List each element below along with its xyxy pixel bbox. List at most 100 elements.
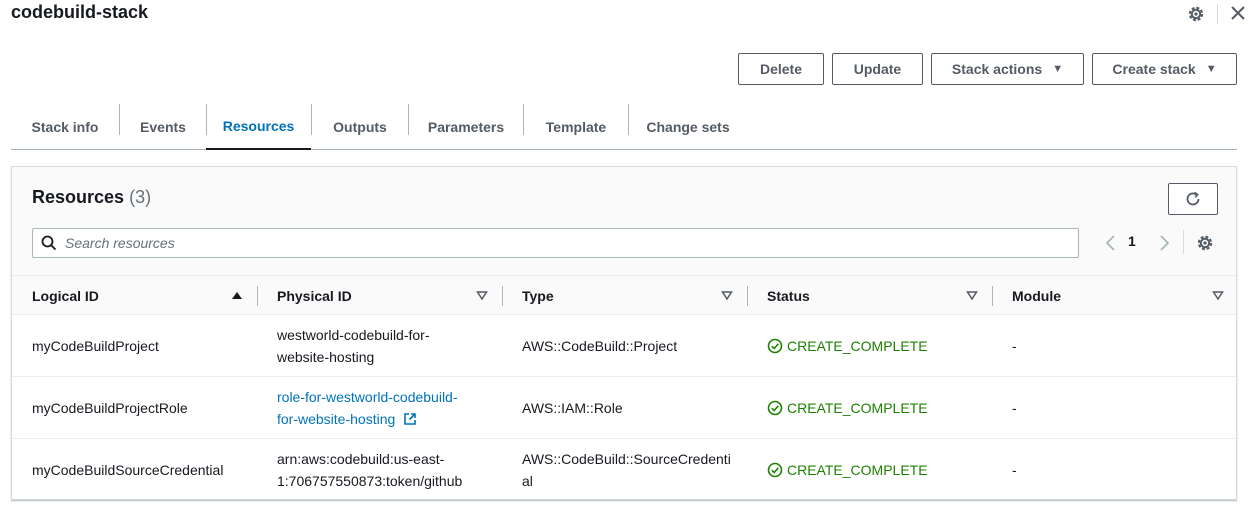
search-input[interactable] <box>65 229 1065 257</box>
status-cell: CREATE_COMPLETE <box>767 377 928 439</box>
status-text: CREATE_COMPLETE <box>787 462 928 478</box>
header-divider <box>1217 4 1218 24</box>
tab-stack-info[interactable]: Stack info <box>11 104 119 149</box>
gear-icon[interactable] <box>1186 4 1206 24</box>
physical-id-line: arn:aws:codebuild:us-east- <box>277 451 445 467</box>
tab-label: Outputs <box>333 118 387 135</box>
column-header-module[interactable]: Module <box>1012 276 1061 316</box>
resources-title: Resources <box>32 187 125 207</box>
tab-change-sets[interactable]: Change sets <box>629 104 747 149</box>
column-divider <box>502 286 503 306</box>
close-icon[interactable] <box>1229 4 1247 22</box>
column-divider <box>747 286 748 306</box>
stack-actions-label: Stack actions <box>951 61 1043 77</box>
tab-label: Change sets <box>646 118 730 135</box>
gear-icon[interactable] <box>1195 233 1215 253</box>
physical-id-line: role-for-westworld-codebuild- <box>277 389 458 405</box>
refresh-icon <box>1186 191 1200 206</box>
delete-button[interactable]: Delete <box>738 53 824 85</box>
physical-id-cell: westworld-codebuild-for- website-hosting <box>277 315 477 377</box>
check-circle-icon <box>767 400 783 416</box>
type-cell: AWS::CodeBuild::Project <box>522 338 678 354</box>
sort-icon[interactable] <box>475 288 489 302</box>
physical-id-line: westworld-codebuild-for- <box>277 327 430 343</box>
module-cell: - <box>1012 338 1017 354</box>
caret-down-icon: ▼ <box>1052 63 1064 75</box>
column-label: Type <box>522 288 554 304</box>
tab-events[interactable]: Events <box>120 104 206 149</box>
table-row: myCodeBuildProjectRole role-for-westworl… <box>12 377 1236 439</box>
tab-parameters[interactable]: Parameters <box>409 104 523 149</box>
logical-id-cell: myCodeBuildSourceCredential <box>32 462 224 478</box>
sort-ascending-icon[interactable] <box>230 288 244 302</box>
column-label: Status <box>767 288 810 304</box>
caret-down-icon: ▼ <box>1205 63 1217 75</box>
update-button-label: Update <box>853 61 902 77</box>
column-header-physical-id[interactable]: Physical ID <box>277 276 352 316</box>
external-link-icon <box>404 413 416 425</box>
status-text: CREATE_COMPLETE <box>787 400 928 416</box>
page-header: codebuild-stack <box>0 0 1251 30</box>
check-circle-icon <box>767 338 783 354</box>
type-cell: AWS::IAM::Role <box>522 400 623 416</box>
stack-tabs: Stack info Events Resources Outputs Para… <box>11 104 1237 150</box>
tab-resources[interactable]: Resources <box>206 104 311 150</box>
physical-id-link[interactable]: role-for-westworld-codebuild- for-websit… <box>277 386 458 430</box>
tab-label: Template <box>545 118 607 135</box>
tab-template[interactable]: Template <box>524 104 628 149</box>
physical-id-line: 1:706757550873:token/github <box>277 473 463 489</box>
type-cell: AWS::CodeBuild::SourceCredenti al <box>522 439 731 499</box>
chevron-left-icon[interactable] <box>1103 233 1119 253</box>
module-cell: - <box>1012 400 1017 416</box>
status-cell: CREATE_COMPLETE <box>767 439 928 499</box>
pager-divider <box>1183 230 1184 254</box>
check-circle-icon <box>767 462 783 478</box>
physical-id-line: website-hosting <box>277 349 375 365</box>
type-line: al <box>522 473 533 489</box>
status-badge: CREATE_COMPLETE <box>767 397 928 419</box>
resources-count: (3) <box>129 187 152 207</box>
physical-id-cell: arn:aws:codebuild:us-east- 1:70675755087… <box>277 439 477 499</box>
tab-label: Resources <box>222 118 295 134</box>
physical-id-cell: role-for-westworld-codebuild- for-websit… <box>277 377 477 439</box>
resources-panel: Resources (3) 1 <box>11 166 1237 500</box>
status-cell: CREATE_COMPLETE <box>767 315 928 377</box>
column-divider <box>257 286 258 306</box>
create-stack-dropdown[interactable]: Create stack ▼ <box>1092 53 1237 85</box>
update-button[interactable]: Update <box>832 53 923 85</box>
sort-icon[interactable] <box>720 288 734 302</box>
page-title: codebuild-stack <box>11 2 149 22</box>
search-icon <box>41 235 57 251</box>
column-label: Logical ID <box>32 288 99 304</box>
table-row: myCodeBuildProject westworld-codebuild-f… <box>12 315 1236 377</box>
logical-id-cell: myCodeBuildProject <box>32 338 159 354</box>
stack-actions-dropdown[interactable]: Stack actions ▼ <box>931 53 1084 85</box>
resources-heading: Resources (3) <box>32 187 151 208</box>
type-line: AWS::CodeBuild::SourceCredenti <box>522 451 731 467</box>
tab-label: Events <box>140 118 186 135</box>
column-header-type[interactable]: Type <box>522 276 554 316</box>
column-divider <box>992 286 993 306</box>
column-header-status[interactable]: Status <box>767 276 810 316</box>
physical-id-line: for-website-hosting <box>277 411 396 427</box>
tab-label: Stack info <box>31 118 99 135</box>
page-number[interactable]: 1 <box>1128 233 1136 249</box>
column-header-logical-id[interactable]: Logical ID <box>32 276 99 316</box>
status-badge: CREATE_COMPLETE <box>767 459 928 481</box>
column-label: Module <box>1012 288 1061 304</box>
table-header: Logical ID Physical ID Type Status Modul… <box>12 275 1236 315</box>
table-row: myCodeBuildSourceCredential arn:aws:code… <box>12 439 1236 499</box>
tab-label: Parameters <box>427 118 505 135</box>
module-cell: - <box>1012 462 1017 478</box>
sort-icon[interactable] <box>1211 288 1225 302</box>
status-badge: CREATE_COMPLETE <box>767 335 928 357</box>
search-box <box>32 228 1079 258</box>
chevron-right-icon[interactable] <box>1156 233 1172 253</box>
column-label: Physical ID <box>277 288 352 304</box>
refresh-button[interactable] <box>1168 183 1218 215</box>
tab-outputs[interactable]: Outputs <box>312 104 408 149</box>
status-text: CREATE_COMPLETE <box>787 338 928 354</box>
sort-icon[interactable] <box>965 288 979 302</box>
logical-id-cell: myCodeBuildProjectRole <box>32 400 188 416</box>
delete-button-label: Delete <box>759 61 803 77</box>
